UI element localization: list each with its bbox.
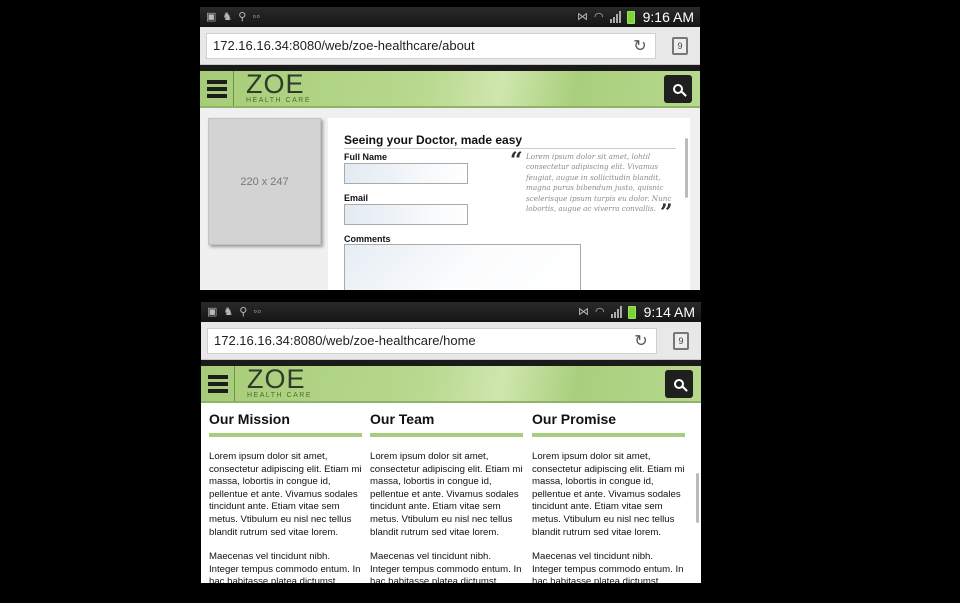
voicemail-icon: ◦◦ [252,10,261,23]
cat-icon: ♞ [222,10,233,23]
menu-icon[interactable] [200,71,234,106]
search-icon [673,84,683,94]
testimonial-quote: Lorem ipsum dolor sit amet, lohtil conse… [526,152,672,214]
comments-field[interactable] [344,244,581,290]
search-icon: ⚲ [239,305,248,318]
column-text: Lorem ipsum dolor sit amet, consectetur … [370,451,523,583]
column-accent-bar [532,433,685,437]
search-button[interactable] [665,370,693,398]
browser-toolbar: 172.16.16.34:8080/web/zoe-healthcare/abo… [200,27,700,65]
wifi-icon: ◠ [594,10,604,23]
reload-icon[interactable]: ↻ [631,36,649,56]
form-title: Seeing your Doctor, made easy [344,133,523,147]
cat-icon: ♞ [223,305,234,318]
signal-icon [609,11,621,23]
wifi-icon: ◠ [595,305,605,318]
vibrate-icon: ⋈ [578,305,590,318]
logo-tagline: HEALTH CARE [247,391,312,399]
clock: 9:14 AM [643,304,695,320]
voicemail-icon: ◦◦ [253,305,262,318]
paragraph: Maecenas vel tincidunt nibh. Integer tem… [370,551,522,583]
image-placeholder: 220 x 247 [208,118,321,245]
clock: 9:16 AM [642,9,694,25]
url-text: 172.16.16.34:8080/web/zoe-healthcare/hom… [214,333,476,348]
tabs-button[interactable]: 9 [666,33,694,58]
full-name-field[interactable] [344,163,468,184]
status-bar: ▣ ♞ ⚲ ◦◦ ⋈ ◠ 9:16 AM [200,7,700,27]
paragraph: Lorem ipsum dolor sit amet, consectetur … [209,451,362,538]
about-content: 220 x 247 Seeing your Doctor, made easy … [200,108,700,290]
phone-screen-about: ▣ ♞ ⚲ ◦◦ ⋈ ◠ 9:16 AM 172.16.16.34:8080/w… [200,7,700,290]
column-text: Lorem ipsum dolor sit amet, consectetur … [209,451,362,583]
column-title: Our Promise [532,411,617,427]
paragraph: Maecenas vel tincidunt nibh. Integer tem… [532,551,684,583]
image-icon: ▣ [207,305,218,318]
column-text: Lorem ipsum dolor sit amet, consectetur … [532,451,685,583]
team-column: Our Team Lorem ipsum dolor sit amet, con… [370,411,523,583]
url-text: 172.16.16.34:8080/web/zoe-healthcare/abo… [213,38,475,53]
full-name-label: Full Name [344,152,388,162]
paragraph: Maecenas vel tincidunt nibh. Integer tem… [209,551,361,583]
tabs-button[interactable]: 9 [667,328,695,353]
email-field[interactable] [344,204,468,225]
reload-icon[interactable]: ↻ [632,331,650,351]
search-button[interactable] [664,75,692,103]
tabs-icon: 9 [670,328,689,350]
column-title: Our Mission [209,411,290,427]
logo-name: ZOE [246,68,305,99]
logo-name: ZOE [247,363,306,394]
quote-open-icon: “ [510,148,523,174]
menu-icon[interactable] [201,366,235,401]
search-icon [674,379,684,389]
image-icon: ▣ [206,10,217,23]
battery-icon [627,305,636,319]
signal-icon [610,306,622,318]
tabs-icon: 9 [669,33,688,55]
promise-column: Our Promise Lorem ipsum dolor sit amet, … [532,411,685,583]
site-header: ZOE HEALTH CARE [201,363,701,403]
logo[interactable]: ZOE HEALTH CARE [247,363,312,399]
scrollbar[interactable] [696,473,699,523]
quote-close-icon: ” [660,200,673,226]
column-title: Our Team [370,411,435,427]
home-content: Our Mission Lorem ipsum dolor sit amet, … [201,403,701,583]
search-icon: ⚲ [238,10,247,23]
logo-tagline: HEALTH CARE [246,96,311,104]
browser-toolbar: 172.16.16.34:8080/web/zoe-healthcare/hom… [201,322,701,360]
address-bar[interactable]: 172.16.16.34:8080/web/zoe-healthcare/hom… [207,327,657,354]
tab-count: 9 [677,40,683,51]
site-header: ZOE HEALTH CARE [200,68,700,108]
battery-icon [626,10,635,24]
email-label: Email [344,193,369,203]
mission-column: Our Mission Lorem ipsum dolor sit amet, … [209,411,362,583]
phone-screen-home: ▣ ♞ ⚲ ◦◦ ⋈ ◠ 9:14 AM 172.16.16.34:8080/w… [201,302,701,583]
vibrate-icon: ⋈ [577,10,589,23]
contact-form: Seeing your Doctor, made easy Full Name … [328,118,690,290]
status-bar: ▣ ♞ ⚲ ◦◦ ⋈ ◠ 9:14 AM [201,302,701,322]
scrollbar[interactable] [685,138,688,198]
comments-label: Comments [344,234,391,244]
paragraph: Lorem ipsum dolor sit amet, consectetur … [370,451,523,538]
address-bar[interactable]: 172.16.16.34:8080/web/zoe-healthcare/abo… [206,32,656,59]
column-accent-bar [209,433,362,437]
tab-count: 9 [678,335,684,346]
logo[interactable]: ZOE HEALTH CARE [246,68,311,104]
column-accent-bar [370,433,523,437]
paragraph: Lorem ipsum dolor sit amet, consectetur … [532,451,685,538]
